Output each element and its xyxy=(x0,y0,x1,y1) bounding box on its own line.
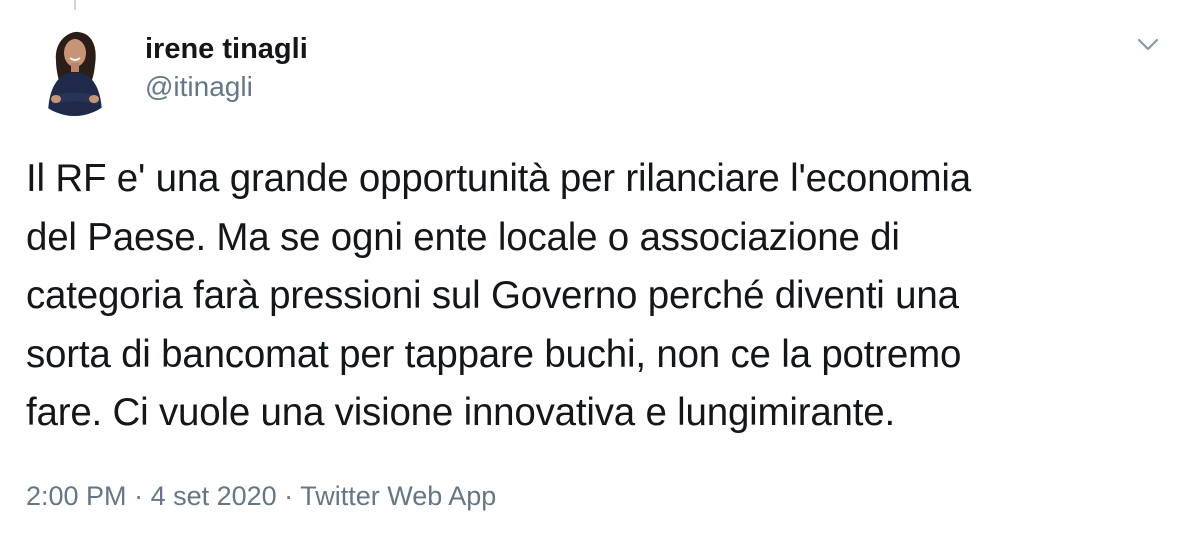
tweet-metadata: 2:00 PM · 4 set 2020 · Twitter Web App xyxy=(26,476,496,516)
avatar[interactable] xyxy=(26,19,123,116)
meta-separator-2: · xyxy=(276,481,301,511)
tweet-date[interactable]: 4 set 2020 xyxy=(151,481,277,511)
tweet-menu-button[interactable] xyxy=(1130,30,1166,60)
tweet-text: Il RF e' una grande opportunità per rila… xyxy=(26,157,971,434)
tweet-time[interactable]: 2:00 PM xyxy=(26,481,127,511)
meta-separator: · xyxy=(126,481,151,511)
chevron-down-icon xyxy=(1137,38,1159,51)
profile-photo-icon xyxy=(26,19,123,116)
tweet-source[interactable]: Twitter Web App xyxy=(300,481,496,511)
thread-connector-line xyxy=(74,0,76,10)
user-handle[interactable]: @itinagli xyxy=(145,70,253,104)
display-name[interactable]: irene tinagli xyxy=(145,32,308,66)
